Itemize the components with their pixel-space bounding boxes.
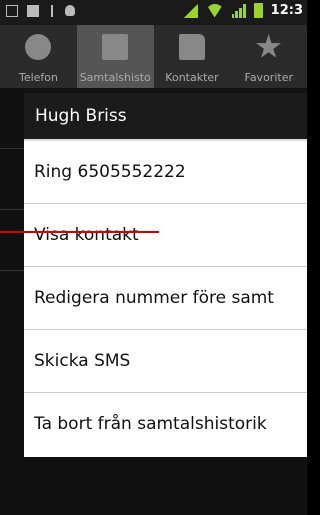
tab-label: Samtalshisto (79, 71, 151, 84)
call-log-icon (102, 34, 129, 60)
annotation-line (0, 231, 159, 233)
dialog-title: Hugh Briss (24, 93, 307, 141)
tab-kontakter[interactable]: Kontakter (154, 25, 231, 88)
tab-label: Telefon (18, 71, 58, 84)
email-icon (27, 5, 39, 17)
sim-signal-icon (183, 3, 198, 18)
context-menu-dialog: Hugh Briss Ring 6505552222 Visa kontakt … (24, 93, 307, 457)
tab-bar: Telefon Samtalshisto Kontakter Favoriter (0, 25, 307, 88)
menu-item-send-sms[interactable]: Skicka SMS (24, 330, 307, 393)
cell-signal-icon (231, 3, 246, 18)
phone-icon (25, 34, 52, 60)
status-time: 12:3 (270, 3, 303, 18)
tab-favoriter[interactable]: Favoriter (230, 25, 307, 88)
tab-label: Favoriter (244, 71, 293, 84)
battery-icon (253, 3, 263, 18)
debug-icon (65, 5, 75, 16)
menu-item-view-contact[interactable]: Visa kontakt (24, 204, 307, 267)
screen-icon (6, 5, 18, 17)
tab-telefon[interactable]: Telefon (0, 25, 77, 88)
usb-icon (48, 5, 56, 17)
menu-item-call[interactable]: Ring 6505552222 (24, 141, 307, 204)
contacts-icon (178, 34, 205, 60)
tab-label: Kontakter (165, 71, 219, 84)
wifi-icon (205, 3, 224, 18)
menu-item-edit-number[interactable]: Redigera nummer före samt (24, 267, 307, 330)
menu-item-remove-from-log[interactable]: Ta bort från samtalshistorik (24, 393, 307, 455)
star-icon (256, 34, 282, 58)
status-bar: 12:3 (0, 0, 307, 25)
tab-samtalshistorik[interactable]: Samtalshisto (76, 25, 154, 88)
